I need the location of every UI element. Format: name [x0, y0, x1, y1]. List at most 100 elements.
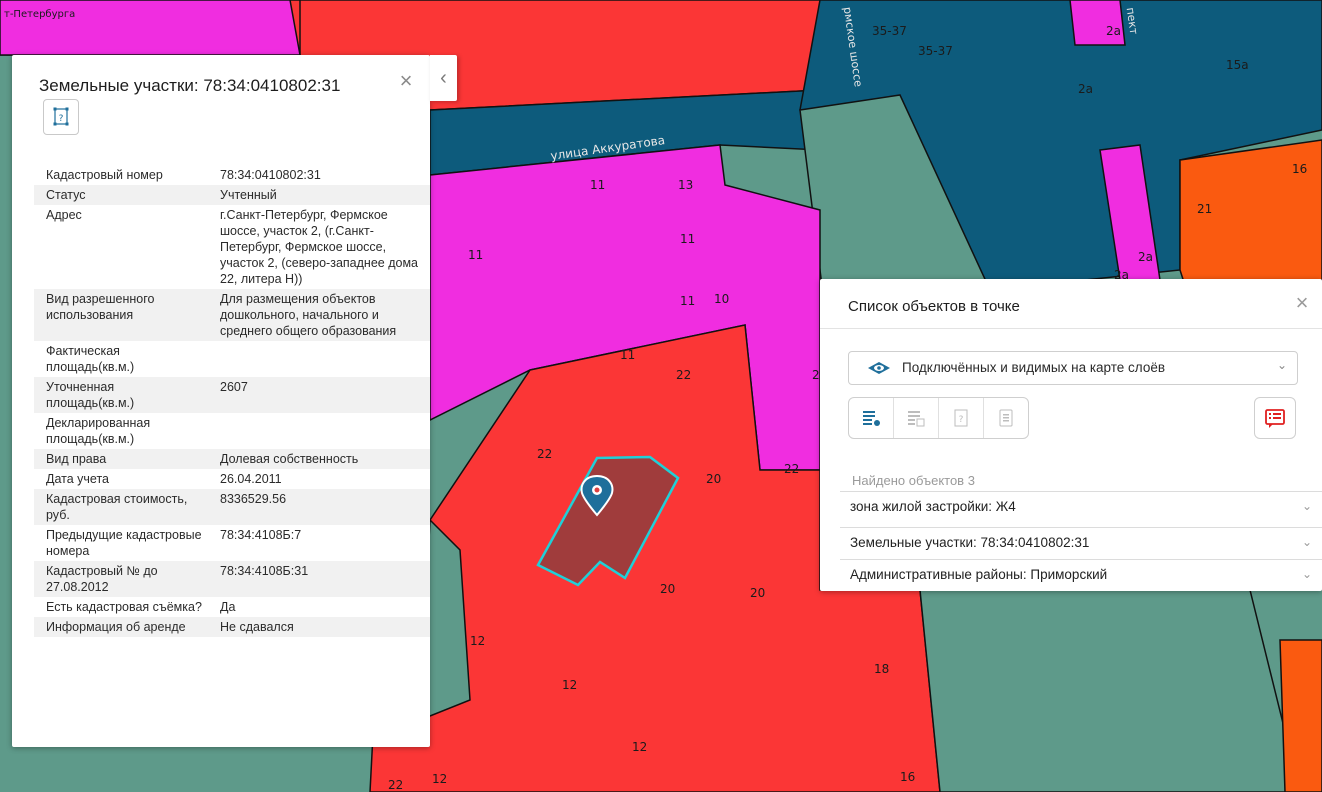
- collapse-panel-button[interactable]: ‹: [430, 55, 457, 101]
- report-button[interactable]: [1254, 397, 1296, 439]
- result-item[interactable]: Административные районы: Приморский ⌄: [840, 559, 1322, 590]
- block-orange-lower: [1279, 639, 1322, 792]
- parcel-number: 35-37: [872, 24, 907, 38]
- table-row: Дата учета 26.04.2011: [34, 469, 430, 489]
- chevron-down-icon: ⌄: [1301, 535, 1312, 549]
- attribute-key: Вид разрешенного использования: [46, 292, 155, 322]
- close-icon[interactable]: ×: [1290, 291, 1314, 315]
- report-icon: [1265, 409, 1285, 428]
- document-icon: [999, 409, 1013, 427]
- table-row: Уточненная площадь(кв.м.) 2607: [34, 377, 430, 413]
- table-row: Статус Учтенный: [34, 185, 430, 205]
- parcel-number: 20: [750, 586, 766, 600]
- map-corner-label: т-Петербурга: [4, 9, 76, 20]
- layer-filter-select[interactable]: Подключённых и видимых на карте слоёв ⌄: [848, 351, 1298, 385]
- parcel-number: 12: [632, 740, 648, 754]
- parcel-number: 12: [562, 678, 578, 692]
- table-row: Кадастровый номер 78:34:0410802:31: [34, 165, 430, 185]
- layers-icon: [868, 362, 890, 374]
- parcel-shape-tool-button[interactable]: ?: [939, 398, 984, 438]
- result-item-label: Земельные участки: 78:34:0410802:31: [850, 535, 1090, 550]
- parcel-shape-button[interactable]: ?: [43, 99, 79, 135]
- parcel-shape-icon: ?: [954, 409, 968, 427]
- parcel-number: 22: [784, 462, 800, 476]
- attribute-key: Адрес: [46, 208, 82, 222]
- objects-panel-title: Список объектов в точке: [848, 298, 1020, 315]
- attribute-key: Кадастровый № до 27.08.2012: [46, 564, 158, 594]
- table-row: Есть кадастровая съёмка? Да: [34, 597, 430, 617]
- chevron-down-icon: ⌄: [1301, 567, 1312, 581]
- attribute-value: 78:34:4108Б:7: [220, 528, 302, 542]
- attribute-value: 78:34:4108Б:31: [220, 564, 309, 578]
- attribute-value: 78:34:0410802:31: [220, 168, 321, 182]
- parcel-number: 11: [680, 294, 696, 308]
- view-mode-toolbar: ?: [848, 397, 1029, 439]
- attribute-value: Не сдавался: [220, 620, 294, 634]
- result-item-label: зона жилой застройки: Ж4: [850, 499, 1016, 514]
- attribute-key: Статус: [46, 188, 86, 202]
- attribute-value: Да: [220, 600, 236, 614]
- parcel-shape-icon: ?: [53, 107, 69, 126]
- parcel-number: 11: [468, 248, 484, 262]
- table-row: Фактическая площадь(кв.м.): [34, 341, 430, 377]
- attribute-key: Дата учета: [46, 472, 109, 486]
- svg-text:?: ?: [59, 114, 64, 124]
- attribute-key: Вид права: [46, 452, 107, 466]
- parcel-number: 15а: [1226, 58, 1249, 72]
- attribute-value: 2607: [220, 380, 248, 394]
- document-button[interactable]: [984, 398, 1028, 438]
- parcel-info-title: Земельные участки: 78:34:0410802:31: [39, 76, 341, 95]
- table-row: Декларированная площадь(кв.м.): [34, 413, 430, 449]
- list-table-icon: [908, 411, 925, 427]
- table-row: Информация об аренде Не сдавался: [34, 617, 430, 637]
- block-green-lower-right: [919, 589, 1301, 792]
- parcel-number: 16: [1292, 162, 1308, 176]
- attribute-key: Кадастровая стоимость, руб.: [46, 492, 188, 522]
- table-row: Вид разрешенного использования Для размещ…: [34, 289, 430, 341]
- parcel-number: 2а: [1106, 24, 1121, 38]
- parcel-number: 2а: [1078, 82, 1093, 96]
- attribute-key: Есть кадастровая съёмка?: [46, 600, 202, 614]
- attribute-value: г.Санкт-Петербург, Фермское шоссе, участ…: [220, 208, 418, 286]
- attribute-key: Фактическая площадь(кв.м.): [46, 344, 135, 374]
- result-item[interactable]: зона жилой застройки: Ж4 ⌄: [840, 491, 1322, 522]
- table-row: Адрес г.Санкт-Петербург, Фермское шоссе, …: [34, 205, 430, 289]
- close-icon[interactable]: ×: [394, 69, 418, 93]
- attribute-key: Уточненная площадь(кв.м.): [46, 380, 135, 410]
- list-with-marker-button[interactable]: [849, 398, 894, 438]
- chevron-left-icon: ‹: [440, 67, 447, 89]
- attribute-value: [208, 341, 430, 377]
- divider: [820, 328, 1322, 329]
- block-pink-top: [1069, 0, 1126, 46]
- attribute-key: Предыдущие кадастровые номера: [46, 528, 202, 558]
- attribute-value: Для размещения объектов дошкольного, нач…: [220, 292, 397, 338]
- parcel-number: 2а: [1138, 250, 1153, 264]
- parcel-number: 21: [1197, 202, 1213, 216]
- parcel-attributes-table: Кадастровый номер 78:34:0410802:31 Статус…: [34, 165, 430, 637]
- attribute-key: Кадастровый номер: [46, 168, 163, 182]
- objects-at-point-panel: Список объектов в точке × Подключённых и…: [820, 279, 1322, 591]
- parcel-number: 20: [706, 472, 722, 486]
- parcel-number: 11: [620, 348, 636, 362]
- result-item-label: Административные районы: Приморский: [850, 567, 1108, 582]
- svg-text:?: ?: [959, 415, 964, 425]
- parcel-number: 11: [590, 178, 606, 192]
- list-table-button[interactable]: [894, 398, 939, 438]
- chevron-down-icon: ⌄: [1301, 499, 1312, 513]
- result-item[interactable]: Земельные участки: 78:34:0410802:31 ⌄: [840, 527, 1322, 558]
- parcel-number: 35-37: [918, 44, 953, 58]
- layer-filter-value: Подключённых и видимых на карте слоёв: [902, 360, 1166, 375]
- parcel-number: 13: [678, 178, 694, 192]
- found-objects-count: Найдено объектов 3: [852, 473, 975, 488]
- table-row: Кадастровый № до 27.08.2012 78:34:4108Б:3…: [34, 561, 430, 597]
- parcel-number: 22: [676, 368, 692, 382]
- table-row: Кадастровая стоимость, руб. 8336529.56: [34, 489, 430, 525]
- attribute-key: Декларированная площадь(кв.м.): [46, 416, 151, 446]
- attribute-value: 8336529.56: [220, 492, 287, 506]
- attribute-key: Информация об аренде: [46, 620, 186, 634]
- attribute-value: 26.04.2011: [220, 472, 282, 486]
- parcel-number: 20: [660, 582, 676, 596]
- table-row: Предыдущие кадастровые номера 78:34:4108Б…: [34, 525, 430, 561]
- attribute-value: Долевая собственность: [220, 452, 359, 466]
- parcel-number: 11: [680, 232, 696, 246]
